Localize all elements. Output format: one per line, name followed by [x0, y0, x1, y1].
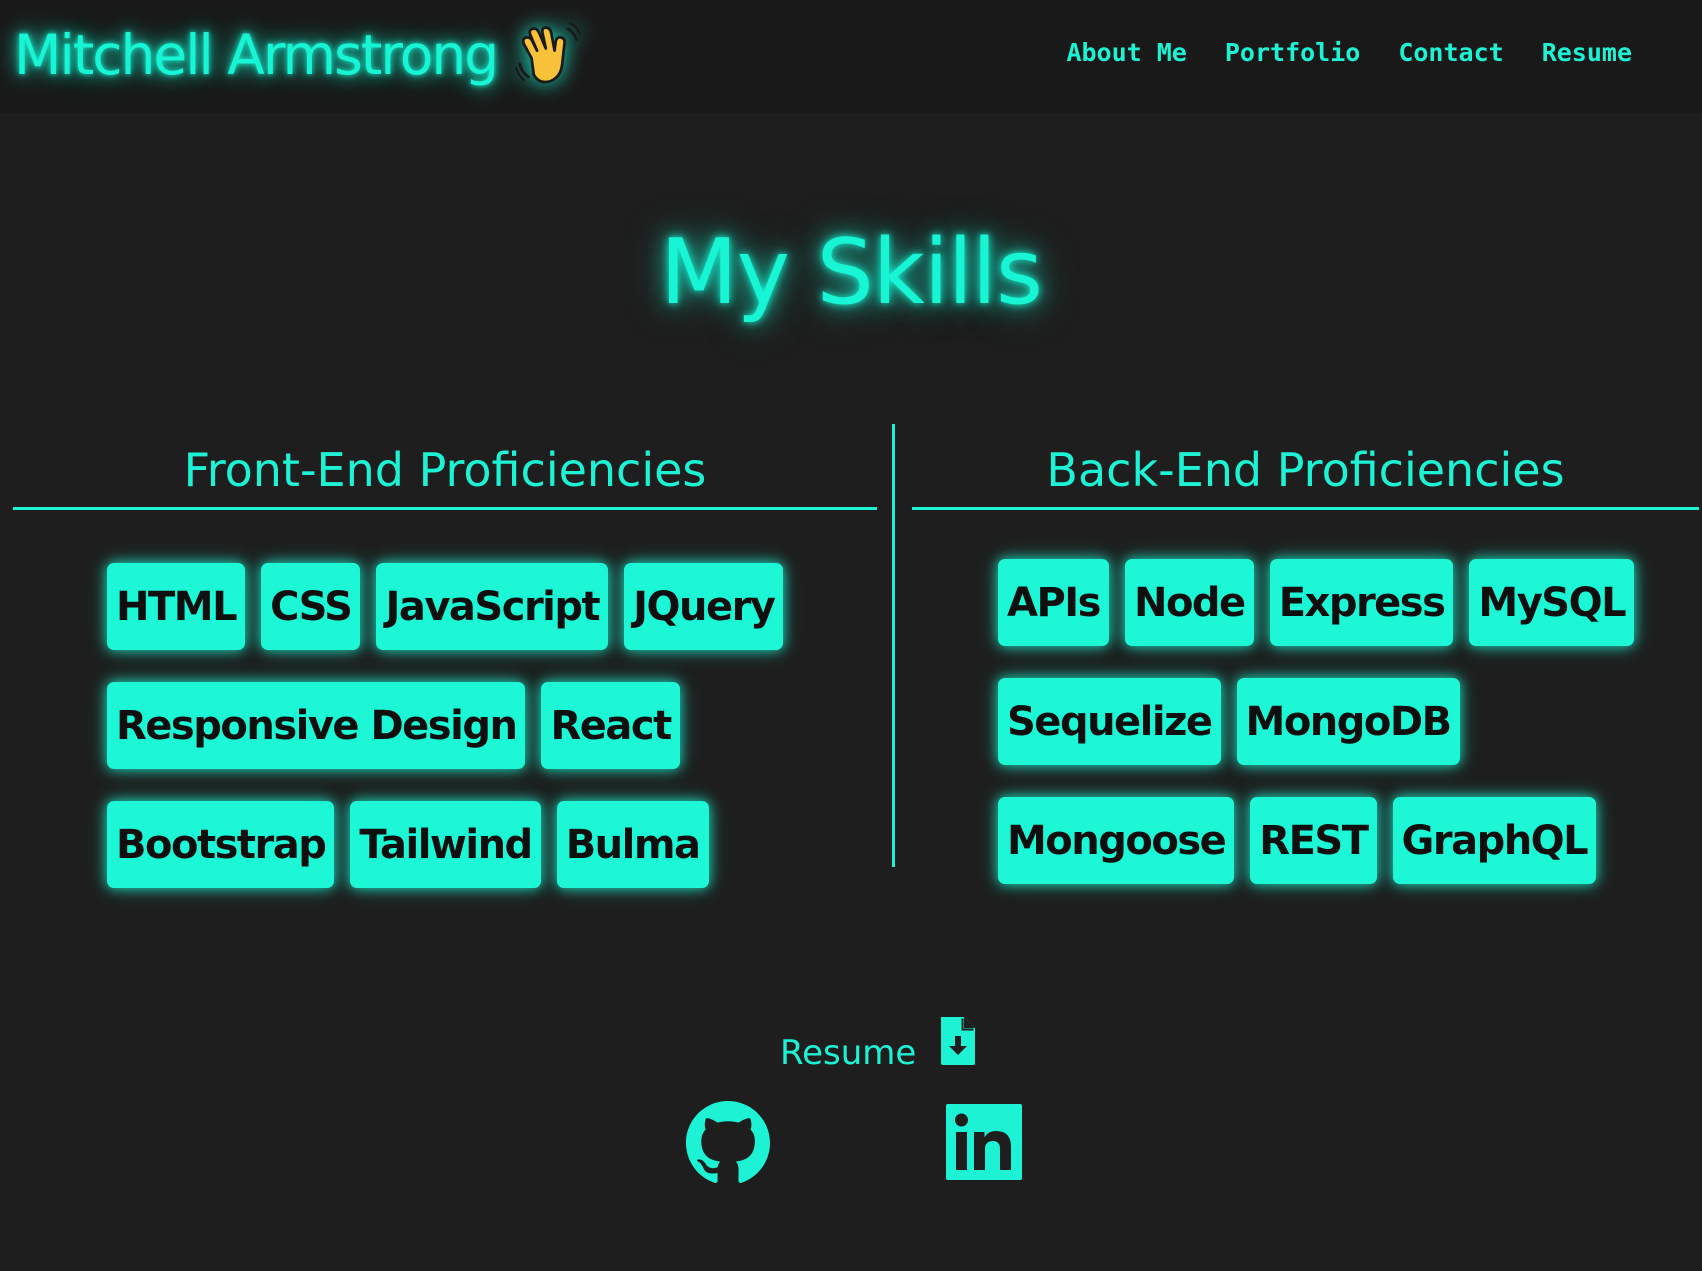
linkedin-link[interactable] — [946, 1104, 1022, 1180]
skill-tag-mongoose: Mongoose — [998, 797, 1235, 884]
resume-label: Resume — [780, 1033, 917, 1073]
skill-tag-jquery: JQuery — [624, 563, 784, 650]
file-download-icon — [941, 1017, 976, 1065]
resume-download-link[interactable]: Resume — [780, 1015, 978, 1073]
skill-tag-bulma: Bulma — [556, 801, 709, 888]
nav-portfolio[interactable]: Portfolio — [1225, 38, 1360, 67]
back-end-section: Back-End Proficiencies — [912, 440, 1699, 510]
skill-tag-css: CSS — [261, 563, 361, 650]
nav-contact[interactable]: Contact — [1398, 38, 1503, 67]
back-end-skill-list: APIs Node Express MySQL Sequelize MongoD… — [998, 559, 1638, 884]
main-nav: About Me Portfolio Contact Resume — [1066, 38, 1632, 67]
skill-tag-mongodb: MongoDB — [1236, 678, 1460, 765]
site-header: Mitchell Armstrong About Me Portfolio Co… — [0, 0, 1702, 113]
nav-about-me[interactable]: About Me — [1066, 38, 1186, 67]
back-end-heading: Back-End Proficiencies — [1046, 443, 1565, 497]
front-end-skill-list: HTML CSS JavaScript JQuery Responsive De… — [107, 563, 807, 888]
skill-tag-express: Express — [1269, 559, 1454, 646]
skill-tag-react: React — [541, 682, 680, 769]
skill-tag-responsive-design: Responsive Design — [107, 682, 526, 769]
front-end-underline — [13, 507, 877, 510]
skill-tag-html: HTML — [107, 563, 246, 650]
back-end-underline — [912, 507, 1699, 510]
skill-tag-tailwind: Tailwind — [350, 801, 541, 888]
column-divider — [892, 424, 895, 867]
brand[interactable]: Mitchell Armstrong — [14, 18, 583, 92]
skill-tag-graphql: GraphQL — [1392, 797, 1597, 884]
linkedin-icon — [946, 1104, 1022, 1180]
github-icon — [686, 1101, 770, 1183]
skill-tag-rest: REST — [1250, 797, 1377, 884]
brand-name[interactable]: Mitchell Armstrong — [14, 23, 499, 87]
skill-tag-sequelize: Sequelize — [998, 678, 1221, 765]
github-link[interactable] — [686, 1101, 770, 1185]
skill-tag-bootstrap: Bootstrap — [107, 801, 335, 888]
skill-tag-mysql: MySQL — [1469, 559, 1635, 646]
skill-tag-javascript: JavaScript — [376, 563, 609, 650]
front-end-heading: Front-End Proficiencies — [183, 443, 707, 497]
front-end-section: Front-End Proficiencies — [13, 440, 877, 510]
page-title: My Skills — [660, 220, 1043, 325]
skill-tag-apis: APIs — [998, 559, 1109, 646]
nav-resume[interactable]: Resume — [1542, 38, 1632, 67]
waving-hand-icon — [515, 22, 581, 84]
skill-tag-node: Node — [1124, 559, 1254, 646]
